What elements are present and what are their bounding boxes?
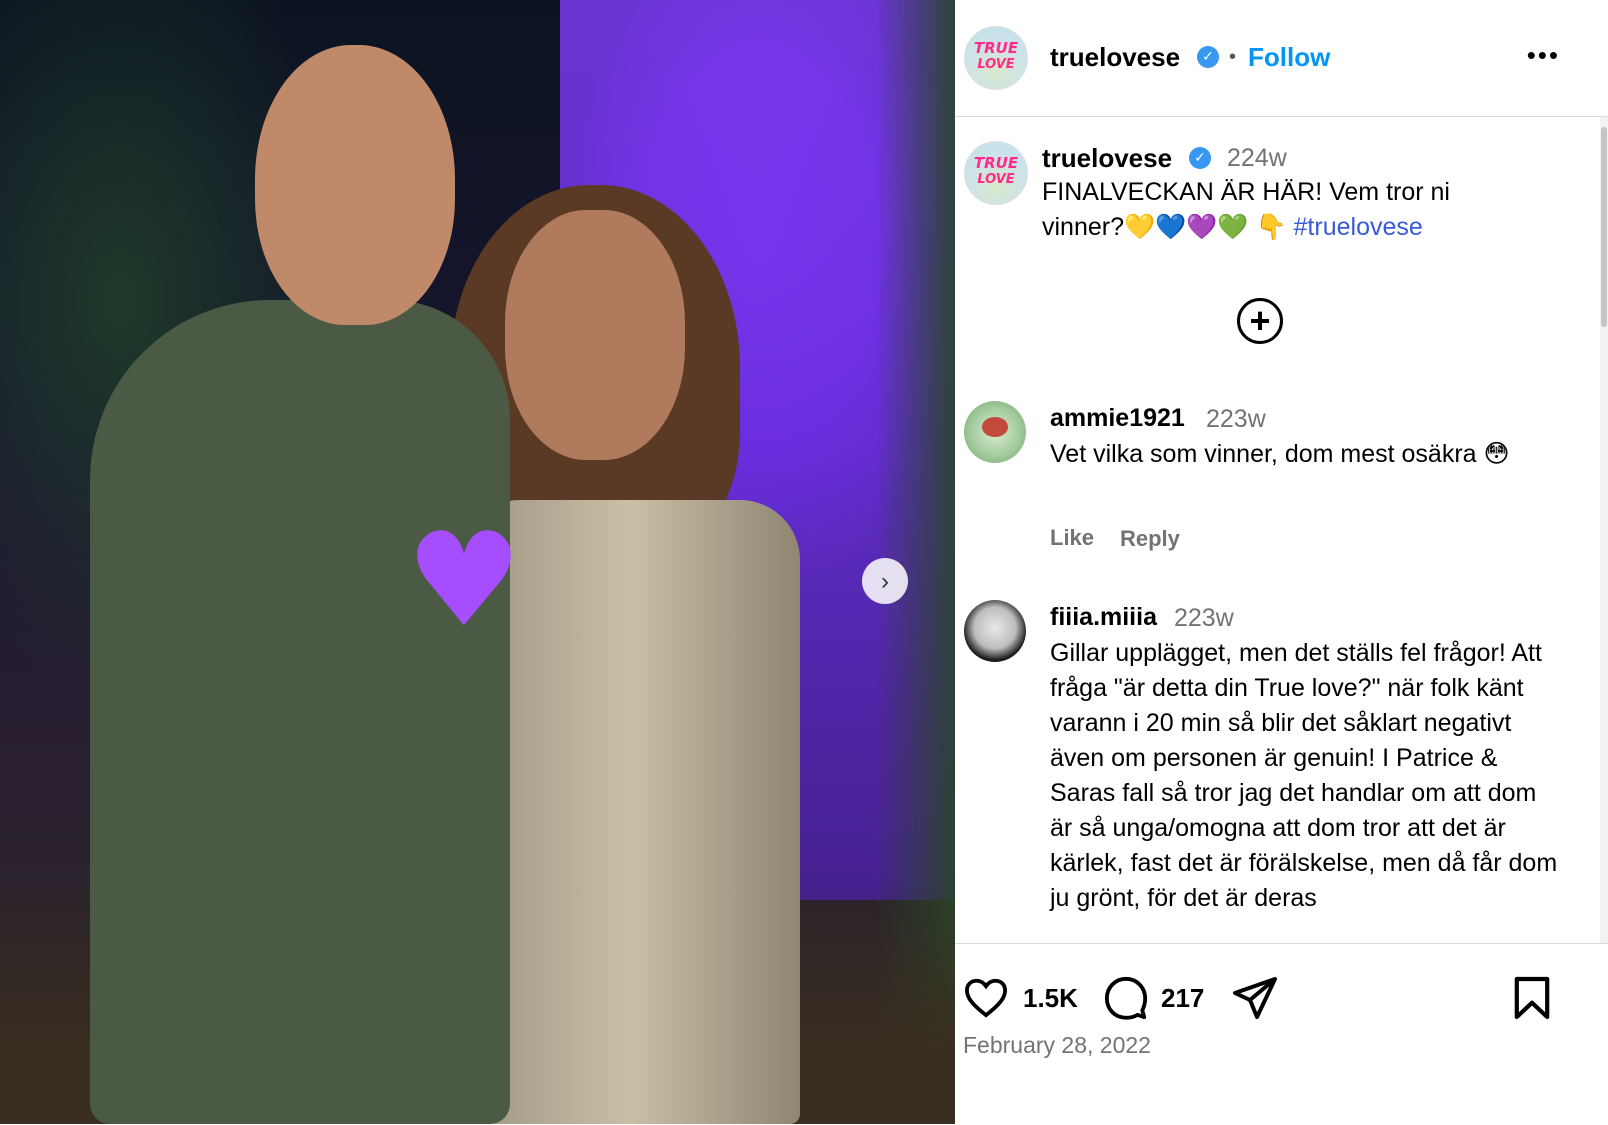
bird-icon <box>982 417 1008 437</box>
caption-username[interactable]: truelovese <box>1042 143 1172 174</box>
post-viewer: ♥ › TRUE LOVE truelovese ✓ • Follow ••• … <box>0 0 1608 1124</box>
account-avatar[interactable]: TRUE LOVE <box>964 26 1028 90</box>
comment-text: Gillar upplägget, men det ställs fel frå… <box>1050 639 1558 912</box>
scrollbar[interactable] <box>1600 117 1608 943</box>
save-bookmark-icon[interactable] <box>1513 975 1551 1021</box>
comment-username[interactable]: ammie1921 <box>1050 404 1185 433</box>
comments-count: 217 <box>1161 983 1205 1013</box>
purple-heart-icon: ♥ <box>405 504 523 656</box>
man-face <box>255 45 455 325</box>
scrollbar-thumb[interactable] <box>1601 127 1607 327</box>
header-username[interactable]: truelovese <box>1050 42 1180 73</box>
comment-bubble-icon[interactable] <box>1103 975 1149 1021</box>
logo-text-true: TRUE <box>973 39 1019 57</box>
next-photo-button[interactable]: › <box>862 558 908 604</box>
more-options-icon[interactable]: ••• <box>1527 40 1560 71</box>
comment-text: Vet vilka som vinner, dom mest osäkra 😳 <box>1050 440 1510 468</box>
comment-time: 223w <box>1174 604 1234 632</box>
woman-face <box>505 210 685 460</box>
share-icon[interactable] <box>1231 975 1279 1021</box>
comment-reply-button[interactable]: Reply <box>1120 526 1180 552</box>
comment-username[interactable]: fiiia.miiia <box>1050 603 1157 632</box>
post-date: February 28, 2022 <box>963 1032 1151 1058</box>
logo-text-true: TRUE <box>973 154 1019 172</box>
load-more-comments-icon[interactable]: + <box>1237 298 1283 344</box>
likes-count: 1.5K <box>1023 983 1078 1013</box>
comment-like-button[interactable]: Like <box>1050 525 1094 551</box>
post-header: TRUE LOVE truelovese ✓ • Follow ••• <box>955 0 1608 117</box>
post-side-panel: TRUE LOVE truelovese ✓ • Follow ••• TRUE… <box>955 0 1608 1124</box>
logo-text-love: LOVE <box>977 172 1015 187</box>
caption-text: FINALVECKAN ÄR HÄR! Vem tror ni vinner?💛… <box>1042 175 1512 245</box>
comment-avatar[interactable] <box>964 600 1026 662</box>
verified-badge-icon: ✓ <box>1189 147 1211 169</box>
verified-badge-icon: ✓ <box>1197 46 1219 68</box>
caption-hashtag[interactable]: #truelovese <box>1294 213 1423 241</box>
man-figure <box>90 300 510 1124</box>
post-actions-bar: 1.5K 217 February 28, 2022 <box>955 943 1608 1125</box>
like-heart-icon[interactable] <box>963 976 1009 1018</box>
comments-scroll-area[interactable]: TRUE LOVE truelovese ✓ 224w FINALVECKAN … <box>955 117 1608 943</box>
comment-avatar[interactable] <box>964 401 1026 463</box>
follow-button[interactable]: Follow <box>1248 42 1330 73</box>
separator-dot: • <box>1229 46 1237 68</box>
caption-time: 224w <box>1227 144 1287 172</box>
post-photo[interactable]: ♥ › <box>0 0 955 1124</box>
caption-avatar[interactable]: TRUE LOVE <box>964 141 1028 205</box>
comment-time: 223w <box>1206 405 1266 433</box>
logo-text-love: LOVE <box>977 57 1015 72</box>
